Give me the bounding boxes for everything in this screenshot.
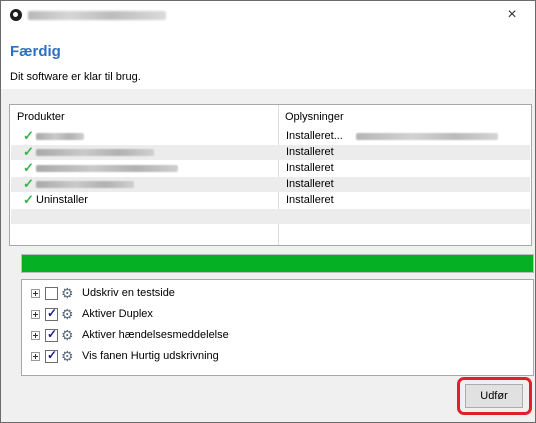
checkmark-icon: ✓ [23, 176, 34, 191]
expand-icon[interactable] [31, 289, 40, 298]
table-row: ✓ Installeret... [11, 128, 530, 144]
progress-fill [22, 255, 533, 272]
product-info: Installeret [286, 146, 334, 158]
table-row: ✓ Installeret [11, 176, 530, 192]
page-title: Færdig [10, 43, 61, 60]
info-detail-redacted [356, 133, 498, 140]
window-title-redacted [28, 11, 166, 20]
expand-icon[interactable] [31, 310, 40, 319]
installer-window: × Færdig Dit software er klar til brug. … [0, 0, 536, 423]
option-checkbox[interactable]: ✓ [45, 348, 58, 363]
option-label[interactable]: Vis fanen Hurtig udskrivning [82, 350, 219, 362]
column-header-products: Produkter [17, 111, 65, 123]
execute-button[interactable]: Udfør [465, 384, 523, 408]
options-tree: ⚙ Udskriv en testside ✓ ⚙ Aktiver Duplex… [21, 279, 534, 376]
checkmark-icon: ✓ [23, 192, 34, 207]
option-item: ✓ ⚙ Aktiver Duplex [22, 305, 533, 323]
checkmark-icon: ✓ [23, 160, 34, 175]
close-button[interactable]: × [489, 1, 535, 31]
option-item: ✓ ⚙ Vis fanen Hurtig udskrivning [22, 347, 533, 365]
gear-icon: ⚙ [61, 327, 74, 343]
option-item: ⚙ Udskriv en testside [22, 284, 533, 302]
product-table: Produkter Oplysninger ✓ Installeret... ✓… [9, 104, 532, 246]
option-checkbox[interactable]: ✓ [45, 327, 58, 342]
expand-icon[interactable] [31, 352, 40, 361]
product-name-redacted [36, 165, 178, 172]
option-checkbox[interactable]: ✓ [45, 306, 58, 321]
page-subtitle: Dit software er klar til brug. [10, 71, 141, 83]
product-info: Installeret [286, 194, 334, 206]
product-name-redacted [36, 181, 134, 188]
product-info: Installeret [286, 178, 334, 190]
progress-bar [21, 254, 534, 273]
gear-icon: ⚙ [61, 306, 74, 322]
checkmark-icon: ✓ [23, 144, 34, 159]
product-name: Uninstaller [36, 194, 88, 206]
checkmark-icon: ✓ [23, 128, 34, 143]
gear-icon: ⚙ [61, 348, 74, 364]
table-row: ✓ Installeret [11, 144, 530, 160]
table-row: ✓ Uninstaller Installeret [11, 192, 530, 208]
header-panel: Færdig Dit software er klar til brug. [1, 31, 535, 89]
gear-icon: ⚙ [61, 285, 74, 301]
option-label[interactable]: Aktiver hændelsesmeddelelse [82, 329, 229, 341]
product-info: Installeret... [286, 130, 343, 142]
product-name-redacted [36, 149, 154, 156]
product-name-redacted [36, 133, 84, 140]
option-label[interactable]: Aktiver Duplex [82, 308, 153, 320]
app-icon [10, 9, 22, 21]
option-label[interactable]: Udskriv en testside [82, 287, 175, 299]
expand-icon[interactable] [31, 331, 40, 340]
option-checkbox[interactable] [45, 287, 58, 300]
product-info: Installeret [286, 162, 334, 174]
table-row: ✓ Installeret [11, 160, 530, 176]
table-row-empty [11, 209, 530, 224]
title-bar: × [1, 1, 535, 31]
column-header-info: Oplysninger [285, 111, 344, 123]
option-item: ✓ ⚙ Aktiver hændelsesmeddelelse [22, 326, 533, 344]
